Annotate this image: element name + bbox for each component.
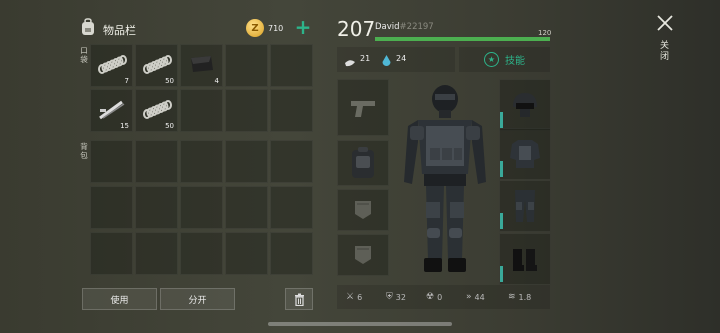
trash-button[interactable] <box>285 288 313 310</box>
pocket-slot[interactable]: 4 <box>180 44 223 87</box>
backpack-slot[interactable] <box>135 140 178 183</box>
rope-icon <box>142 54 172 78</box>
coin-count: 710 <box>268 24 284 33</box>
backpack-slot[interactable] <box>225 232 268 275</box>
body-armor-slot[interactable] <box>499 128 551 180</box>
close-label: 关闭 <box>659 41 669 62</box>
stat-value: 32 <box>395 292 406 302</box>
xp-bar <box>375 37 550 41</box>
player-id: #22197 <box>399 22 434 32</box>
add-coins-button[interactable]: + <box>294 17 312 37</box>
attack-icon: ⚔ <box>346 292 355 302</box>
stat-armor: ⛨ 32 <box>386 292 406 302</box>
backpack-slot[interactable] <box>180 186 223 229</box>
trash-icon <box>294 293 304 306</box>
pocket-icon <box>355 246 371 264</box>
tactical-backpack-icon <box>352 147 374 178</box>
character-level: 207 <box>337 17 376 41</box>
backpack-icon <box>80 18 96 36</box>
stat-radiation: ☢ 0 <box>426 292 442 302</box>
home-indicator <box>268 322 452 326</box>
backpack-slot[interactable] <box>135 186 178 229</box>
backpack-slot[interactable] <box>180 140 223 183</box>
cloth-icon <box>187 54 215 78</box>
vest-icon <box>510 140 540 168</box>
pistol-icon <box>351 100 375 117</box>
helmet-slot[interactable] <box>499 79 551 131</box>
water-icon <box>382 52 391 71</box>
rope-icon <box>97 54 127 78</box>
backpack-slot[interactable] <box>225 186 268 229</box>
helmet-icon <box>513 93 537 117</box>
radiation-icon: ☢ <box>426 292 435 302</box>
boots-slot[interactable] <box>499 233 551 285</box>
backpack-slot[interactable] <box>270 232 313 275</box>
skills-label: 技能 <box>505 56 525 67</box>
close-icon <box>657 15 673 31</box>
item-count: 4 <box>214 77 219 85</box>
hunger-icon <box>344 53 356 72</box>
split-button[interactable]: 分开 <box>160 288 235 310</box>
player-name-text: David <box>375 22 400 32</box>
armor-icon: ⛨ <box>386 292 393 302</box>
item-count: 7 <box>124 77 129 85</box>
skills-button[interactable]: ★ 技能 <box>459 47 550 72</box>
backpack-slot[interactable] <box>270 140 313 183</box>
pocket-slot[interactable] <box>180 89 223 132</box>
backpack-slot[interactable] <box>90 232 133 275</box>
hunger-value: 21 <box>360 54 371 63</box>
pants-icon <box>515 190 535 222</box>
boots-durability-bar <box>500 266 503 282</box>
item-count: 50 <box>165 122 174 130</box>
weapon-slot[interactable] <box>337 79 389 136</box>
backpack-slot[interactable] <box>90 140 133 183</box>
backpack-slot[interactable] <box>135 232 178 275</box>
stealth-icon: ≋ <box>508 292 516 302</box>
backpack-slot[interactable] <box>180 232 223 275</box>
stat-value: 44 <box>474 292 485 302</box>
stat-value: 1.8 <box>518 292 532 302</box>
rope-icon <box>142 99 172 123</box>
stat-stealth: ≋ 1.8 <box>508 292 531 302</box>
pocket-slot[interactable] <box>270 89 313 132</box>
pocket-slot[interactable] <box>270 44 313 87</box>
backpack-slot[interactable] <box>270 186 313 229</box>
use-button[interactable]: 使用 <box>82 288 157 310</box>
pocket-slot[interactable]: 50 <box>135 44 178 87</box>
backpack-slot[interactable] <box>337 140 389 186</box>
backpack-label: 背包 <box>80 142 88 160</box>
stat-attack: ⚔ 6 <box>346 292 362 302</box>
backpack-slot[interactable] <box>225 140 268 183</box>
coin-icon: Z <box>246 19 264 37</box>
speed-icon: » <box>466 292 472 302</box>
item-count: 50 <box>165 77 174 85</box>
xp-value: 120 <box>538 29 552 37</box>
backpack-slot[interactable] <box>90 186 133 229</box>
pocket-icon <box>355 201 371 219</box>
pants-durability-bar <box>500 213 503 229</box>
water-value: 24 <box>396 54 407 63</box>
inventory-title: 物品栏 <box>103 24 136 37</box>
helmet-durability-bar <box>500 112 503 128</box>
xp-bar-fill <box>375 37 550 41</box>
character-model <box>396 82 494 277</box>
close-button[interactable]: 关闭 <box>652 14 678 70</box>
pocket-slot-1[interactable] <box>337 189 389 231</box>
pocket-slot[interactable]: 50 <box>135 89 178 132</box>
stat-value: 0 <box>437 292 443 302</box>
pocket-slot[interactable] <box>225 44 268 87</box>
pants-slot[interactable] <box>499 180 551 232</box>
stat-speed: » 44 <box>466 292 485 302</box>
pocket-slot[interactable]: 7 <box>90 44 133 87</box>
boots-icon <box>513 249 537 271</box>
player-name: David#22197 <box>375 22 434 32</box>
stat-value: 6 <box>357 292 363 302</box>
armor-durability-bar <box>500 161 503 177</box>
star-icon: ★ <box>484 52 499 67</box>
pocket-label: 口袋 <box>80 46 88 64</box>
item-count: 15 <box>120 122 129 130</box>
pocket-slot-2[interactable] <box>337 234 389 276</box>
pocket-slot[interactable] <box>225 89 268 132</box>
pocket-slot[interactable]: 15 <box>90 89 133 132</box>
